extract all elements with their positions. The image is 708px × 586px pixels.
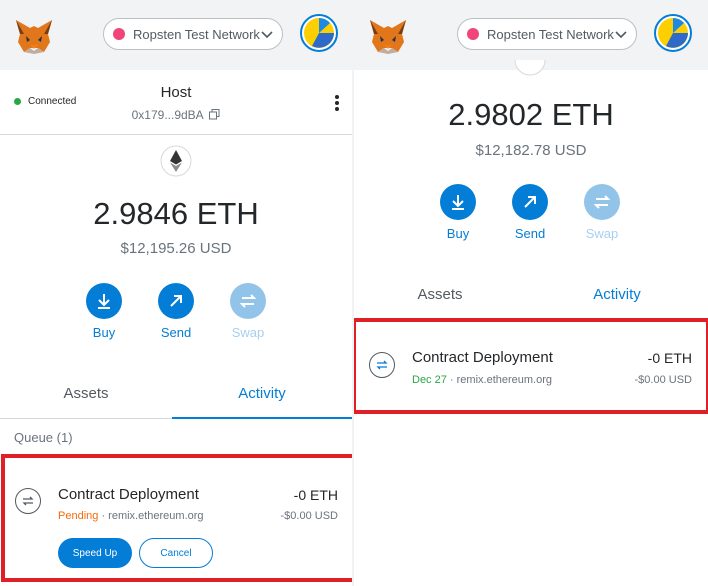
transaction-title: Contract Deployment xyxy=(58,486,199,503)
send-button[interactable]: Send xyxy=(152,283,200,340)
network-status-dot xyxy=(113,28,125,40)
usd-balance: $12,195.26 USD xyxy=(120,240,232,257)
transaction-icon xyxy=(15,488,41,514)
speed-up-button[interactable]: Speed Up xyxy=(58,538,132,568)
tab-activity[interactable]: Activity xyxy=(526,286,708,303)
buy-label: Buy xyxy=(92,325,116,340)
buy-label: Buy xyxy=(446,226,470,241)
tab-assets[interactable]: Assets xyxy=(354,286,526,303)
swap-button[interactable]: Swap xyxy=(578,184,626,241)
transaction-amount: -0 ETH xyxy=(647,350,692,366)
transaction-amount-usd: -$0.00 USD xyxy=(280,510,338,522)
chevron-down-icon xyxy=(615,31,627,39)
eth-balance: 2.9846 ETH xyxy=(93,196,259,231)
arrow-up-right-icon xyxy=(524,196,536,208)
cancel-button[interactable]: Cancel xyxy=(139,538,213,568)
tab-assets[interactable]: Assets xyxy=(0,385,172,402)
network-status-dot xyxy=(467,28,479,40)
network-selector[interactable]: Ropsten Test Network xyxy=(103,18,283,50)
queue-label: Queue (1) xyxy=(14,430,73,445)
active-tab-indicator xyxy=(172,417,352,419)
tab-divider xyxy=(0,418,172,419)
network-name: Ropsten Test Network xyxy=(133,26,260,42)
usd-balance: $12,182.78 USD xyxy=(475,142,587,159)
arrow-up-right-icon xyxy=(170,295,182,307)
transaction-origin: · remix.ethereum.org xyxy=(449,374,553,386)
network-name: Ropsten Test Network xyxy=(487,26,614,42)
transaction-icon xyxy=(369,352,395,378)
account-name: Host xyxy=(160,84,192,101)
send-label: Send xyxy=(514,226,546,241)
swap-label: Swap xyxy=(585,226,619,241)
account-address: 0x179...9dBA xyxy=(131,108,204,122)
transaction-amount-usd: -$0.00 USD xyxy=(634,374,692,386)
transaction-origin: · remix.ethereum.org xyxy=(101,510,204,522)
wallet-panel-right: Ropsten Test Network 2.9802 ETH $12,182.… xyxy=(354,0,708,586)
download-icon xyxy=(98,294,110,309)
send-button[interactable]: Send xyxy=(506,184,554,241)
buy-button[interactable]: Buy xyxy=(80,283,128,340)
account-avatar[interactable] xyxy=(654,14,692,52)
metamask-fox-icon[interactable] xyxy=(368,18,408,54)
account-options-icon[interactable] xyxy=(334,94,340,112)
transaction-title: Contract Deployment xyxy=(412,349,553,366)
download-icon xyxy=(452,195,464,210)
swap-arrows-icon xyxy=(22,496,34,506)
tab-activity[interactable]: Activity xyxy=(172,385,352,402)
buy-button[interactable]: Buy xyxy=(434,184,482,241)
chevron-down-icon xyxy=(261,31,273,39)
swap-icon xyxy=(593,195,611,209)
wallet-panel-left: Ropsten Test Network Connected Host 0x17… xyxy=(0,0,352,586)
metamask-fox-icon[interactable] xyxy=(14,18,54,54)
account-address-copy[interactable]: 0x179...9dBA xyxy=(0,108,352,122)
swap-arrows-icon xyxy=(376,360,388,370)
highlight-box xyxy=(354,318,708,414)
network-selector[interactable]: Ropsten Test Network xyxy=(457,18,637,50)
account-bar: Connected Host 0x179...9dBA xyxy=(0,70,352,135)
send-label: Send xyxy=(160,325,192,340)
ethereum-icon-partial xyxy=(514,59,546,76)
swap-button[interactable]: Swap xyxy=(224,283,272,340)
eth-balance: 2.9802 ETH xyxy=(448,97,614,132)
swap-label: Swap xyxy=(231,325,265,340)
transaction-subtitle: Pending · remix.ethereum.org xyxy=(58,510,204,522)
account-avatar[interactable] xyxy=(300,14,338,52)
transaction-subtitle: Dec 27 · remix.ethereum.org xyxy=(412,374,552,386)
ethereum-icon xyxy=(160,145,192,177)
transaction-status: Pending xyxy=(58,510,99,522)
copy-icon xyxy=(209,109,220,120)
transaction-date: Dec 27 xyxy=(412,374,447,386)
swap-icon xyxy=(239,294,257,308)
transaction-amount: -0 ETH xyxy=(293,487,338,503)
app-header: Ropsten Test Network xyxy=(0,0,352,70)
